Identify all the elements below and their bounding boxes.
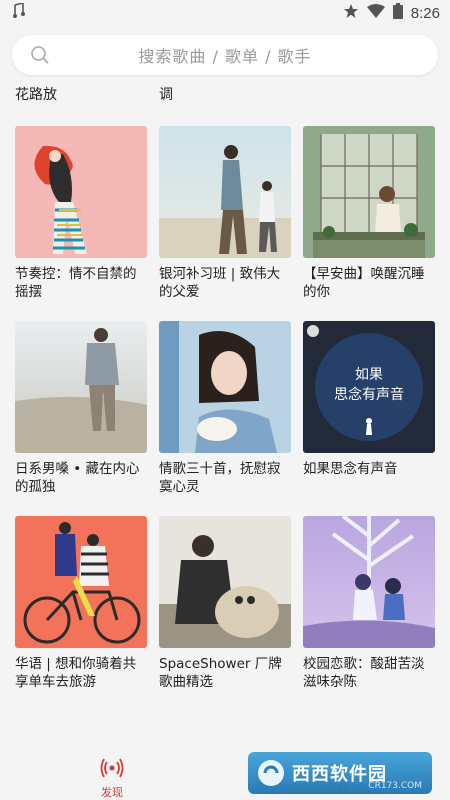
playlist-card[interactable]: 银河补习班 | 致伟大的父爱 [159, 126, 291, 301]
playlist-cover[interactable] [303, 126, 435, 258]
radio-wave-icon [100, 758, 124, 782]
music-note-icon [12, 1, 26, 23]
watermark: 西西软件园 CR173.COM [248, 752, 432, 794]
playlist-cover[interactable] [15, 321, 147, 453]
playlist-title: 银河补习班 | 致伟大的父爱 [159, 266, 281, 300]
search-icon [30, 45, 50, 65]
status-bar: 8:26 [0, 0, 450, 26]
playlist-title: 日系男嗓 • 藏在内心的孤独 [15, 461, 140, 495]
playlist-title: 如果思念有声音 [303, 461, 398, 477]
cover-text: 思念有声音 [334, 386, 404, 403]
playlist-card[interactable]: 校园恋歌：酸甜苦淡滋味杂陈 [303, 516, 435, 691]
playlist-card[interactable]: 华语 | 想和你骑着共享单车去旅游 [15, 516, 147, 691]
partial-title[interactable]: 调 [159, 84, 173, 104]
search-bar[interactable]: 搜索歌曲 / 歌单 / 歌手 [12, 35, 438, 75]
wifi-icon [366, 4, 385, 22]
battery-icon [392, 3, 403, 23]
playlist-card[interactable]: 如果 思念有声音 如果思念有声音 [303, 321, 435, 496]
playlist-cover[interactable]: 如果 思念有声音 [303, 321, 435, 453]
partial-title[interactable]: 花路放 [15, 84, 57, 104]
playlist-title: 节奏控：情不自禁的摇摆 [15, 266, 137, 300]
playlist-cover[interactable] [303, 516, 435, 648]
tab-discover[interactable]: 发现 [90, 758, 134, 800]
playlist-card[interactable]: 【早安曲】唤醒沉睡的你 [303, 126, 435, 301]
watermark-sub: CR173.COM [368, 781, 422, 791]
status-time: 8:26 [410, 4, 440, 22]
playlist-title: SpaceShower 厂牌歌曲精选 [159, 656, 282, 690]
playlist-cover[interactable] [159, 126, 291, 258]
playlist-cover[interactable] [15, 516, 147, 648]
partial-row: 花路放 调 [0, 84, 450, 106]
watermark-logo-icon [256, 758, 286, 792]
cover-text: 如果 [355, 367, 383, 383]
playlist-title: 情歌三十首，抚慰寂寞心灵 [159, 461, 281, 495]
playlist-cover[interactable] [159, 516, 291, 648]
playlist-cover[interactable] [159, 321, 291, 453]
playlist-cover[interactable] [15, 126, 147, 258]
playlist-card[interactable]: 节奏控：情不自禁的摇摆 [15, 126, 147, 301]
playlist-title: 校园恋歌：酸甜苦淡滋味杂陈 [303, 656, 425, 690]
tab-discover-label: 发现 [101, 786, 123, 799]
playlist-card[interactable]: 日系男嗓 • 藏在内心的孤独 [15, 321, 147, 496]
playlist-card[interactable]: SpaceShower 厂牌歌曲精选 [159, 516, 291, 691]
playlist-title: 【早安曲】唤醒沉睡的你 [303, 266, 425, 300]
search-input[interactable]: 搜索歌曲 / 歌单 / 歌手 [12, 43, 438, 67]
playlist-card[interactable]: 情歌三十首，抚慰寂寞心灵 [159, 321, 291, 496]
playlist-title: 华语 | 想和你骑着共享单车去旅游 [15, 656, 137, 690]
star-icon [343, 3, 359, 23]
